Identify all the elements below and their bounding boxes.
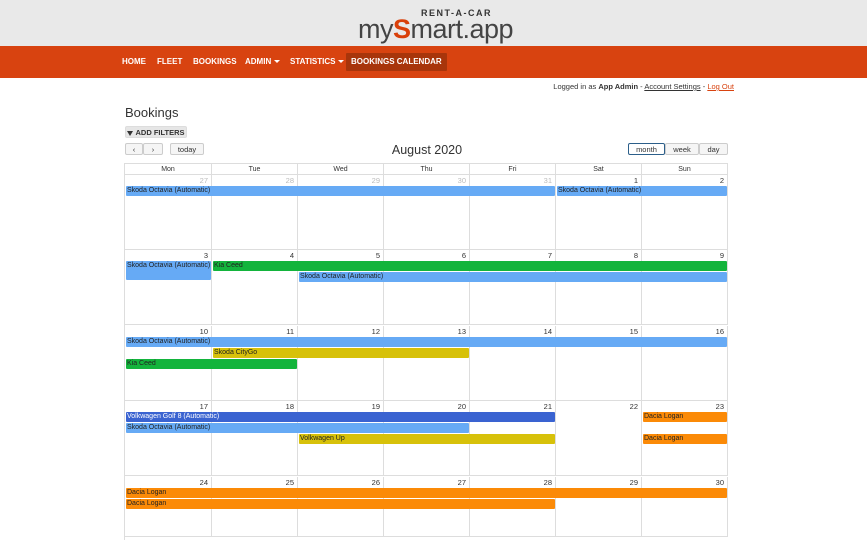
nav-admin[interactable]: ADMIN [240,53,285,71]
day-number[interactable]: 14 [544,327,552,336]
caret-down-icon [274,60,281,64]
prev-month-button[interactable]: ‹ [125,143,143,155]
nav-label: HOME [122,57,146,66]
logout-link[interactable]: Log Out [707,82,734,91]
today-button[interactable]: today [170,143,204,155]
nav-home[interactable]: HOME [117,53,151,71]
account-settings-link[interactable]: Account Settings [644,82,700,91]
day-number[interactable]: 31 [544,176,552,185]
day-number[interactable]: 7 [548,251,552,260]
day-number[interactable]: 24 [200,478,208,487]
day-view-button[interactable]: day [699,143,728,155]
weekday-header: Wed [298,164,384,175]
day-cell[interactable]: 29 [556,477,642,537]
booking-event[interactable]: Kia Ceed [126,359,297,369]
day-number[interactable]: 18 [286,402,294,411]
nav-bookings-calendar[interactable]: BOOKINGS CALENDAR [346,53,447,71]
booking-event[interactable]: Dacia Logan [126,499,555,509]
nav-statistics[interactable]: STATISTICS [285,53,349,71]
nav-label: ADMIN [245,57,272,66]
day-number[interactable]: 3 [204,251,208,260]
day-number[interactable]: 27 [200,176,208,185]
chevron-left-icon: ‹ [132,145,136,154]
nav-label: BOOKINGS CALENDAR [351,57,442,66]
booking-event[interactable]: Skoda CityGo [213,348,469,358]
day-number[interactable]: 29 [630,478,638,487]
day-number[interactable]: 30 [716,478,724,487]
separator: - [702,82,706,91]
day-number[interactable]: 27 [458,478,466,487]
booking-event[interactable]: Dacia Logan [126,488,727,498]
user-name: App Admin [598,82,639,91]
weekday-header: Tue [212,164,298,175]
day-number[interactable]: 30 [458,176,466,185]
weekday-header: Sun [642,164,728,175]
day-number[interactable]: 28 [544,478,552,487]
booking-event[interactable]: Skoda Octavia (Automatic) [126,337,727,347]
nav-label: BOOKINGS [193,57,237,66]
day-number[interactable]: 4 [290,251,294,260]
caret-down-icon [338,60,345,64]
weekday-header: Sat [556,164,642,175]
page-title: Bookings [125,105,179,120]
booking-event[interactable]: Volkwagen Up [299,434,555,444]
booking-event[interactable]: Dacia Logan [643,434,727,444]
day-number[interactable]: 2 [720,176,724,185]
weekday-header: Thu [384,164,470,175]
weekday-header: Fri [470,164,556,175]
booking-event[interactable]: Skoda Octavia (Automatic) [126,186,555,196]
brand-logo[interactable]: RENT-A-CAR mySmart.app [358,6,514,44]
day-number[interactable]: 8 [634,251,638,260]
day-number[interactable]: 17 [200,402,208,411]
day-number[interactable]: 15 [630,327,638,336]
nav-label: STATISTICS [290,57,336,66]
booking-event[interactable]: Skoda Octavia (Automatic) [299,272,727,282]
day-number[interactable]: 12 [372,327,380,336]
day-number[interactable]: 1 [634,176,638,185]
logo-wordmark: mySmart.app [358,14,514,44]
day-number[interactable]: 10 [200,327,208,336]
day-number[interactable]: 19 [372,402,380,411]
separator: - [640,82,643,91]
booking-event[interactable]: Volkwagen Golf 8 (Automatic) [126,412,555,422]
day-number[interactable]: 29 [372,176,380,185]
nav-label: FLEET [157,57,183,66]
weekday-header: Mon [125,164,212,175]
user-info: Logged in as App Admin - Account Setting… [553,82,734,91]
top-header: RENT-A-CAR mySmart.app [0,0,867,46]
day-cell[interactable]: 30 [642,477,728,537]
add-filters-button[interactable]: ADD FILTERS [125,126,187,138]
day-number[interactable]: 9 [720,251,724,260]
day-cell[interactable]: 22 [556,401,642,476]
booking-event[interactable]: Kia Ceed [213,261,727,271]
week-view-button[interactable]: week [665,143,699,155]
day-number[interactable]: 5 [376,251,380,260]
day-number[interactable]: 21 [544,402,552,411]
calendar-title: August 2020 [391,143,463,157]
day-number[interactable]: 6 [462,251,466,260]
day-number[interactable]: 11 [286,327,294,336]
day-number[interactable]: 13 [458,327,466,336]
day-number[interactable]: 16 [716,327,724,336]
day-number[interactable]: 22 [630,402,638,411]
day-number[interactable]: 20 [458,402,466,411]
month-view-button[interactable]: month [628,143,665,155]
booking-event[interactable]: Dacia Logan [643,412,727,422]
nav-bookings[interactable]: BOOKINGS [188,53,242,71]
booking-event[interactable]: Skoda Octavia (Automatic) [126,423,469,433]
booking-event[interactable]: Skoda Octavia (Automatic) [126,261,211,280]
chevron-right-icon: › [151,145,155,154]
calendar-grid: Mon Tue Wed Thu Fri Sat Sun 27 28 29 30 31 1 2 3 4 5 6 7 8 9… [124,163,728,540]
filter-icon [127,130,134,136]
booking-event[interactable]: Skoda Octavia (Automatic) [557,186,727,196]
next-month-button[interactable]: › [143,143,163,155]
day-number[interactable]: 26 [372,478,380,487]
day-number[interactable]: 23 [716,402,724,411]
day-number[interactable]: 28 [286,176,294,185]
logged-in-label: Logged in as [553,82,597,91]
main-navbar: HOME FLEET BOOKINGS ADMIN STATISTICS BOOKINGS… [0,46,867,78]
nav-fleet[interactable]: FLEET [152,53,187,71]
day-number[interactable]: 25 [286,478,294,487]
